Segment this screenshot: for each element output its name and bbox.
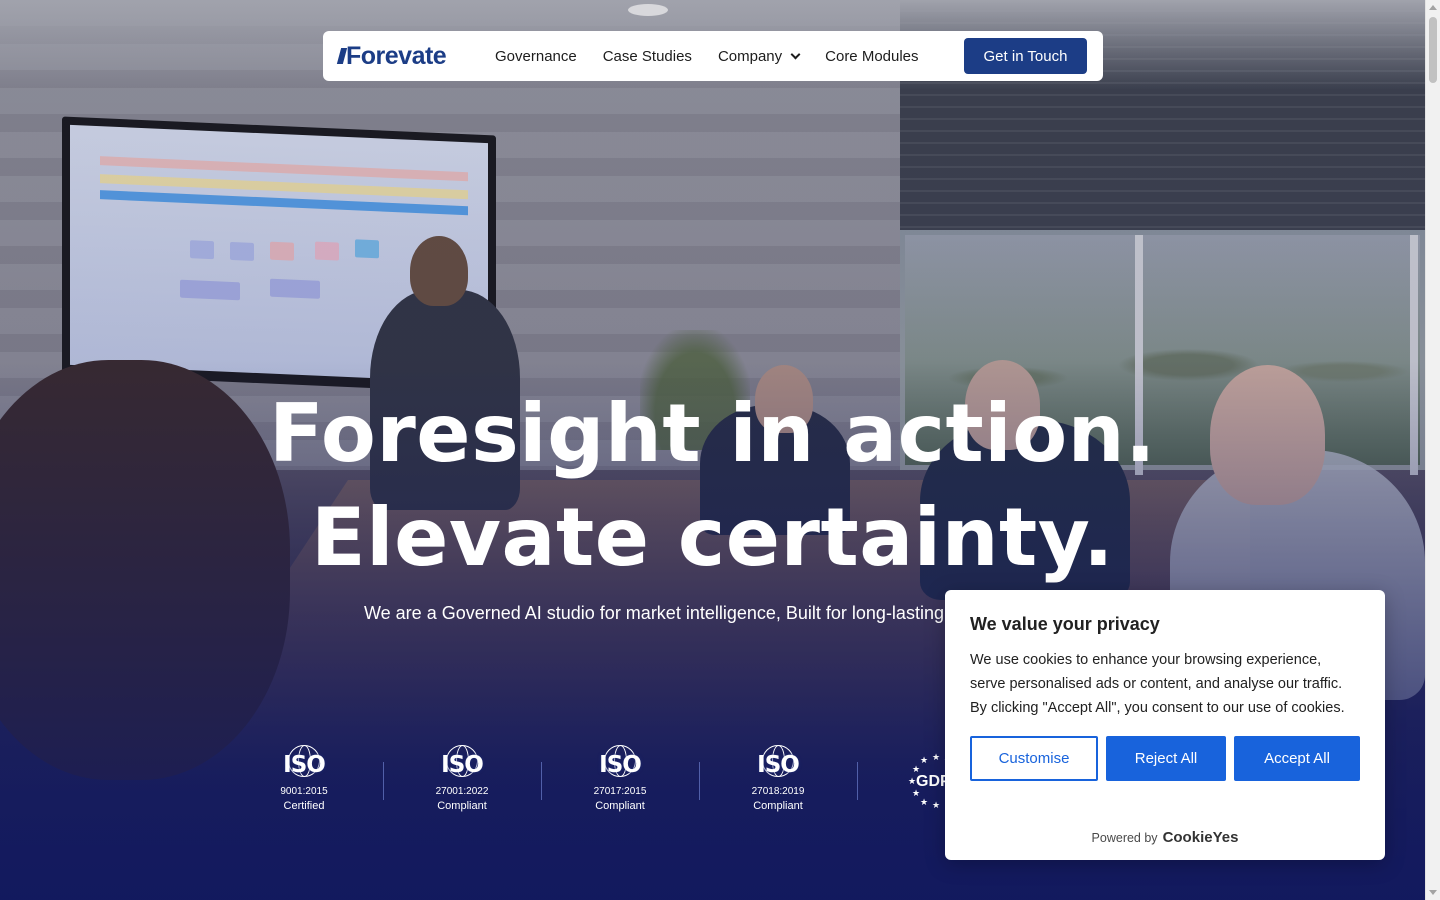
powered-by: Powered by CookieYes xyxy=(945,829,1385,846)
logo-text: Forevate xyxy=(346,41,447,70)
badge-iso-27017: ISO 27017:2015 Compliant xyxy=(541,745,699,828)
cookie-title: We value your privacy xyxy=(970,614,1160,634)
badge-standard: 9001:2015 xyxy=(280,786,328,797)
certification-badges: ISO 9001:2015 Certified ISO 27001:2022 C… xyxy=(225,745,1015,828)
accept-all-button[interactable]: Accept All xyxy=(1234,736,1360,781)
scroll-thumb[interactable] xyxy=(1429,17,1437,83)
nav-item-label: Case Studies xyxy=(602,47,692,65)
cookie-description: We use cookies to enhance your browsing … xyxy=(970,652,1345,716)
nav-item-company[interactable]: Company xyxy=(717,47,801,65)
hero-headline: Foresight in action. Elevate certainty. xyxy=(0,382,1425,590)
get-in-touch-button[interactable]: Get in Touch xyxy=(964,38,1087,74)
cookieyes-logo[interactable]: CookieYes xyxy=(1163,829,1239,846)
chevron-down-icon xyxy=(790,49,801,59)
iso-globe-icon: ISO xyxy=(279,745,329,778)
badge-status: Compliant xyxy=(753,800,803,812)
nav-links: Governance Case Studies Company Core Mod… xyxy=(495,48,945,65)
badge-standard: 27018:2019 xyxy=(751,786,805,797)
page-scrollbar[interactable] xyxy=(1425,0,1440,900)
iso-globe-icon: ISO xyxy=(753,745,803,778)
nav-item-governance[interactable]: Governance xyxy=(495,48,577,65)
logo[interactable]: Forevate xyxy=(336,41,495,71)
top-navbar: Forevate Governance Case Studies Company… xyxy=(323,31,1103,81)
reject-all-button[interactable]: Reject All xyxy=(1106,736,1226,781)
headline-line-1: Foresight in action. xyxy=(268,387,1157,480)
nav-item-case-studies[interactable]: Case Studies xyxy=(603,48,692,65)
badge-status: Compliant xyxy=(437,800,487,812)
badge-iso-27018: ISO 27018:2019 Compliant xyxy=(699,745,857,828)
scroll-up-arrow-icon[interactable] xyxy=(1429,5,1437,10)
iso-globe-icon: ISO xyxy=(437,745,487,778)
powered-by-label: Powered by xyxy=(1091,830,1158,845)
nav-item-label: Governance xyxy=(495,47,577,65)
customise-button[interactable]: Customise xyxy=(970,736,1098,781)
badge-standard: 27017:2015 xyxy=(593,786,647,797)
hero-subheadline: We are a Governed AI studio for market i… xyxy=(364,603,944,623)
nav-item-label: Company xyxy=(717,47,783,65)
badge-status: Compliant xyxy=(595,800,645,812)
scroll-down-arrow-icon[interactable] xyxy=(1429,890,1437,895)
badge-iso-27001: ISO 27001:2022 Compliant xyxy=(383,745,541,828)
nav-item-core-modules[interactable]: Core Modules xyxy=(825,48,918,65)
headline-line-2: Elevate certainty. xyxy=(311,491,1114,584)
badge-standard: 27001:2022 xyxy=(435,786,489,797)
iso-globe-icon: ISO xyxy=(595,745,645,778)
nav-item-label: Core Modules xyxy=(825,47,919,65)
badge-status: Certified xyxy=(283,800,325,812)
cookie-consent-banner: We value your privacy We use cookies to … xyxy=(945,590,1385,860)
cookie-actions: Customise Reject All Accept All xyxy=(970,736,1360,781)
badge-iso-9001: ISO 9001:2015 Certified xyxy=(225,745,383,828)
